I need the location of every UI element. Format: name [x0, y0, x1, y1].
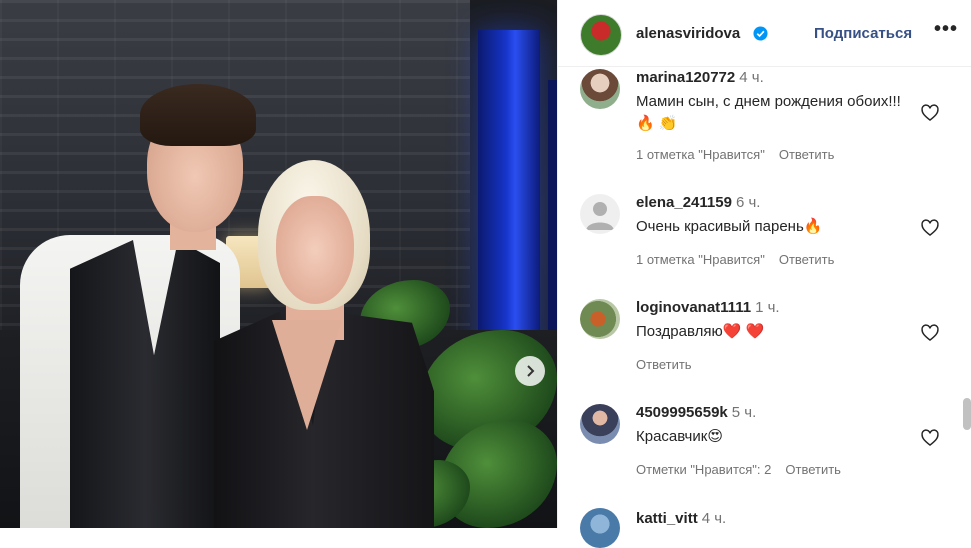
author-avatar[interactable] — [580, 14, 622, 56]
comment-text: Очень красивый парень🔥 — [636, 218, 823, 235]
heart-icon[interactable] — [920, 428, 940, 448]
verified-badge-icon — [753, 26, 768, 41]
chevron-right-icon — [527, 365, 535, 377]
follow-button[interactable]: Подписаться — [814, 25, 912, 42]
comment-username[interactable]: marina120772 — [636, 69, 735, 86]
woman-face — [276, 196, 354, 304]
comment-likes[interactable]: 1 отметка "Нравится" — [636, 147, 765, 162]
carousel-next-button[interactable] — [515, 356, 545, 386]
commenter-avatar[interactable] — [580, 404, 620, 444]
comment-username[interactable]: 4509995659k — [636, 404, 728, 421]
reply-button[interactable]: Ответить — [779, 252, 835, 267]
man-hair — [140, 84, 256, 146]
comment-username[interactable]: elena_241159 — [636, 194, 732, 211]
heart-icon[interactable] — [920, 218, 940, 238]
commenter-avatar[interactable] — [580, 508, 620, 548]
comment-meta: Ответить — [636, 357, 706, 372]
reply-button[interactable]: Ответить — [636, 357, 692, 372]
comment-meta: 1 отметка "Нравится" Ответить — [636, 252, 848, 267]
comment-text: Красавчик😍 — [636, 428, 723, 445]
comment-time: 6 ч. — [735, 194, 761, 211]
comments-panel: alenasviridova Подписаться ••• marina120… — [557, 0, 971, 548]
comment-username[interactable]: loginovanat1111 — [636, 299, 751, 316]
comment-username[interactable]: katti_vitt — [636, 510, 698, 527]
default-avatar-silhouette — [586, 202, 614, 230]
comment-meta: 1 отметка "Нравится" Ответить — [636, 147, 848, 162]
post-header: alenasviridova Подписаться ••• — [558, 0, 971, 67]
comment-text: Мамин сын, с днем рождения обоих!!! 🔥 👏 — [636, 93, 901, 132]
comment-time: 4 ч. — [701, 510, 727, 527]
commenter-avatar[interactable] — [580, 69, 620, 109]
comment-likes[interactable]: Отметки "Нравится": 2 — [636, 462, 771, 477]
more-options-icon[interactable]: ••• — [934, 18, 958, 41]
comment-time: 1 ч. — [755, 299, 780, 316]
post-photo — [0, 0, 557, 528]
reply-button[interactable]: Ответить — [779, 147, 835, 162]
comment-time: 4 ч. — [739, 69, 764, 86]
heart-icon[interactable] — [920, 103, 940, 123]
default-avatar-icon[interactable] — [580, 194, 620, 234]
heart-icon[interactable] — [920, 323, 940, 343]
scrollbar-thumb[interactable] — [963, 398, 971, 430]
commenter-avatar[interactable] — [580, 299, 620, 339]
comment-text: Поздравляю❤️ ❤️ — [636, 323, 765, 340]
comment-meta: Отметки "Нравится": 2 Ответить — [636, 462, 855, 477]
reply-button[interactable]: Ответить — [785, 462, 841, 477]
comment-likes[interactable]: 1 отметка "Нравится" — [636, 252, 765, 267]
author-username[interactable]: alenasviridova — [636, 25, 740, 42]
comment-time: 5 ч. — [731, 404, 757, 421]
